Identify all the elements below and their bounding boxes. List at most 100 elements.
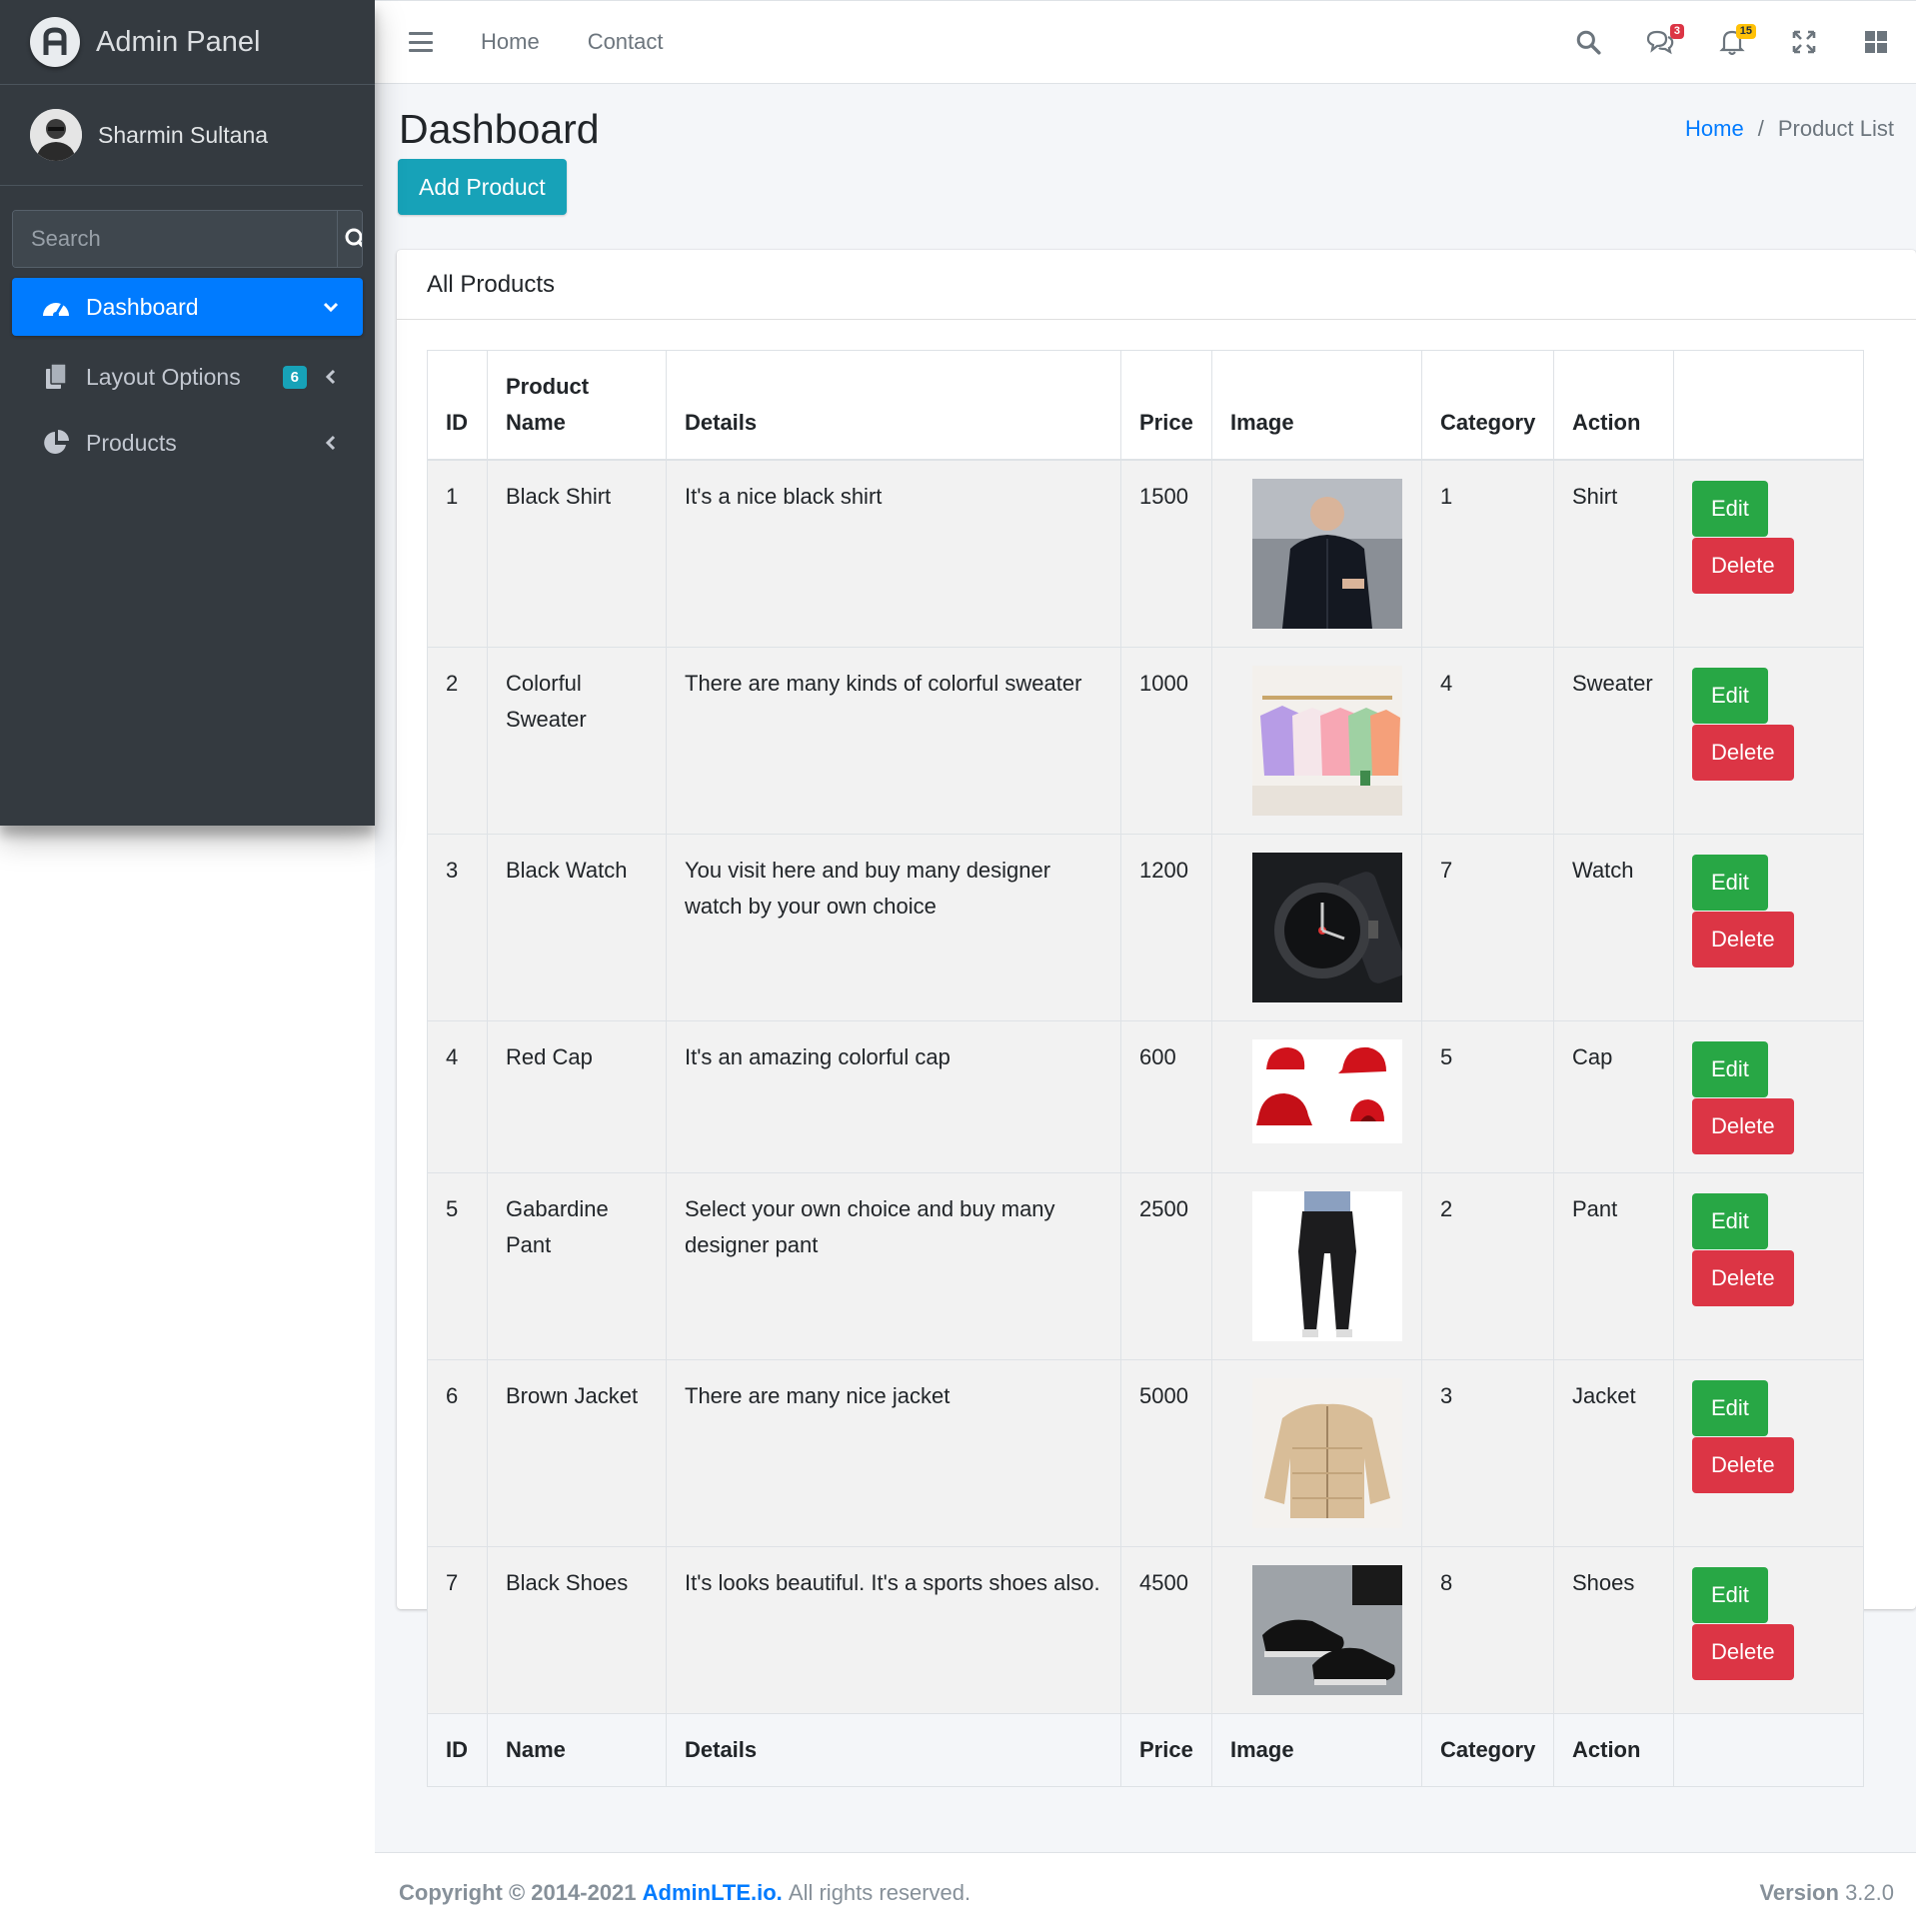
content-wrapper: Dashboard Home / Product List Add Product … [375,84,1916,1852]
cell-price: 1500 [1120,459,1212,648]
sidebar-item-dashboard[interactable]: Dashboard [12,278,363,336]
main-footer: Copyright © 2014-2021 AdminLTE.io. All r… [375,1852,1916,1932]
cell-id: 4 [427,1020,488,1173]
delete-button[interactable]: Delete [1692,912,1794,967]
cell-id: 7 [427,1546,488,1714]
delete-button[interactable]: Delete [1692,538,1794,594]
tachometer-icon [40,291,72,323]
control-sidebar-button[interactable] [1856,22,1896,62]
sidebar-item-layout-options[interactable]: Layout Options 6 [12,348,363,406]
sidebar-search-input[interactable] [13,211,337,267]
table-header-row: ID Product Name Details Price Image Cate… [427,350,1864,461]
navbar-search-button[interactable] [1568,22,1608,62]
brand-logo-icon [30,17,80,67]
product-image-cap [1252,1039,1402,1143]
cell-id: 3 [427,834,488,1021]
user-panel[interactable]: Sharmin Sultana [0,85,363,186]
cell-id: 2 [427,647,488,835]
edit-button[interactable]: Edit [1692,481,1768,537]
sidebar-item-label: Products [86,429,177,456]
notifications-button[interactable]: 15 [1712,22,1756,62]
chart-pie-icon [40,427,72,459]
brand-text: Admin Panel [96,25,261,58]
delete-button[interactable]: Delete [1692,1624,1794,1680]
nav-link-home[interactable]: Home [481,29,540,55]
user-avatar [30,109,82,161]
search-icon [1576,30,1601,55]
version-value: 3.2.0 [1845,1879,1894,1905]
cell-price: 4500 [1120,1546,1212,1714]
cell-details: It's an amazing colorful cap [666,1020,1121,1173]
messages-badge: 3 [1669,24,1684,39]
notifications-badge: 15 [1735,24,1756,39]
delete-button[interactable]: Delete [1692,1437,1794,1493]
rights-text: All rights reserved. [788,1879,971,1905]
edit-button[interactable]: Edit [1692,1193,1768,1249]
table-row: 1 Black Shirt It's a nice black shirt 15… [427,459,1864,648]
column-header[interactable]: Image [1211,350,1422,461]
cell-name: Red Cap [487,1020,667,1173]
column-footer: Image [1211,1713,1422,1787]
delete-button[interactable]: Delete [1692,1098,1794,1154]
cell-price: 1200 [1120,834,1212,1021]
chevron-left-icon [321,433,341,453]
sidebar-item-products[interactable]: Products [12,414,363,472]
column-header[interactable]: Product Name [487,350,667,461]
fullscreen-button[interactable] [1784,22,1824,62]
cell-category: 3 [1421,1359,1554,1547]
cell-action: Sweater [1553,647,1674,835]
version-label: Version [1759,1879,1839,1905]
breadcrumb-home-link[interactable]: Home [1685,116,1744,141]
cell-id: 6 [427,1359,488,1547]
add-product-button[interactable]: Add Product [398,159,567,215]
top-navbar: Home Contact 3 15 [375,0,1916,84]
edit-button[interactable]: Edit [1692,855,1768,911]
sidebar-search-button[interactable] [337,211,362,267]
cell-name: Black Shoes [487,1546,667,1714]
column-header[interactable]: Category [1421,350,1554,461]
delete-button[interactable]: Delete [1692,725,1794,781]
column-footer: Action [1553,1713,1674,1787]
column-header[interactable]: ID [427,350,488,461]
layout-options-badge: 6 [282,365,307,389]
messages-button[interactable]: 3 [1640,22,1684,62]
products-table: ID Product Name Details Price Image Cate… [427,350,1864,1787]
card-title: All Products [397,250,1916,320]
edit-button[interactable]: Edit [1692,668,1768,724]
cell-action: Cap [1553,1020,1674,1173]
table-row: 4 Red Cap It's an amazing colorful cap 6… [427,1020,1864,1173]
column-header[interactable]: Details [666,350,1121,461]
column-header[interactable]: Action [1553,350,1674,461]
cell-action: Shoes [1553,1546,1674,1714]
adminlte-link[interactable]: AdminLTE.io. [643,1880,783,1906]
brand-link[interactable]: Admin Panel [0,0,375,85]
column-header [1673,350,1864,461]
products-card: All Products ID Product Name Details Pri… [397,250,1916,1787]
edit-button[interactable]: Edit [1692,1380,1768,1436]
table-row: 6 Brown Jacket There are many nice jacke… [427,1359,1864,1547]
cell-action: Watch [1553,834,1674,1021]
breadcrumb: Home / Product List [1685,116,1894,141]
hamburger-menu-icon[interactable] [409,32,433,52]
cell-price: 1000 [1120,647,1212,835]
product-image-jacket [1252,1378,1402,1528]
cell-price: 600 [1120,1020,1212,1173]
sidebar-item-label: Dashboard [86,293,199,320]
edit-button[interactable]: Edit [1692,1041,1768,1097]
copy-icon [40,361,72,393]
cell-category: 7 [1421,834,1554,1021]
product-image-shirt [1252,479,1402,629]
main-sidebar: Admin Panel Sharmin Sultana Search Dashb… [0,0,375,826]
user-name[interactable]: Sharmin Sultana [98,122,268,149]
cell-id: 5 [427,1172,488,1360]
delete-button[interactable]: Delete [1692,1250,1794,1306]
table-footer-row: ID Name Details Price Image Category Act… [427,1713,1864,1787]
cell-name: Black Shirt [487,459,667,648]
cell-price: 5000 [1120,1359,1212,1547]
edit-button[interactable]: Edit [1692,1567,1768,1623]
column-header[interactable]: Price [1120,350,1212,461]
column-footer: Category [1421,1713,1554,1787]
cell-details: It's looks beautiful. It's a sports shoe… [666,1546,1121,1714]
column-footer: Details [666,1713,1121,1787]
nav-link-contact[interactable]: Contact [588,29,664,55]
